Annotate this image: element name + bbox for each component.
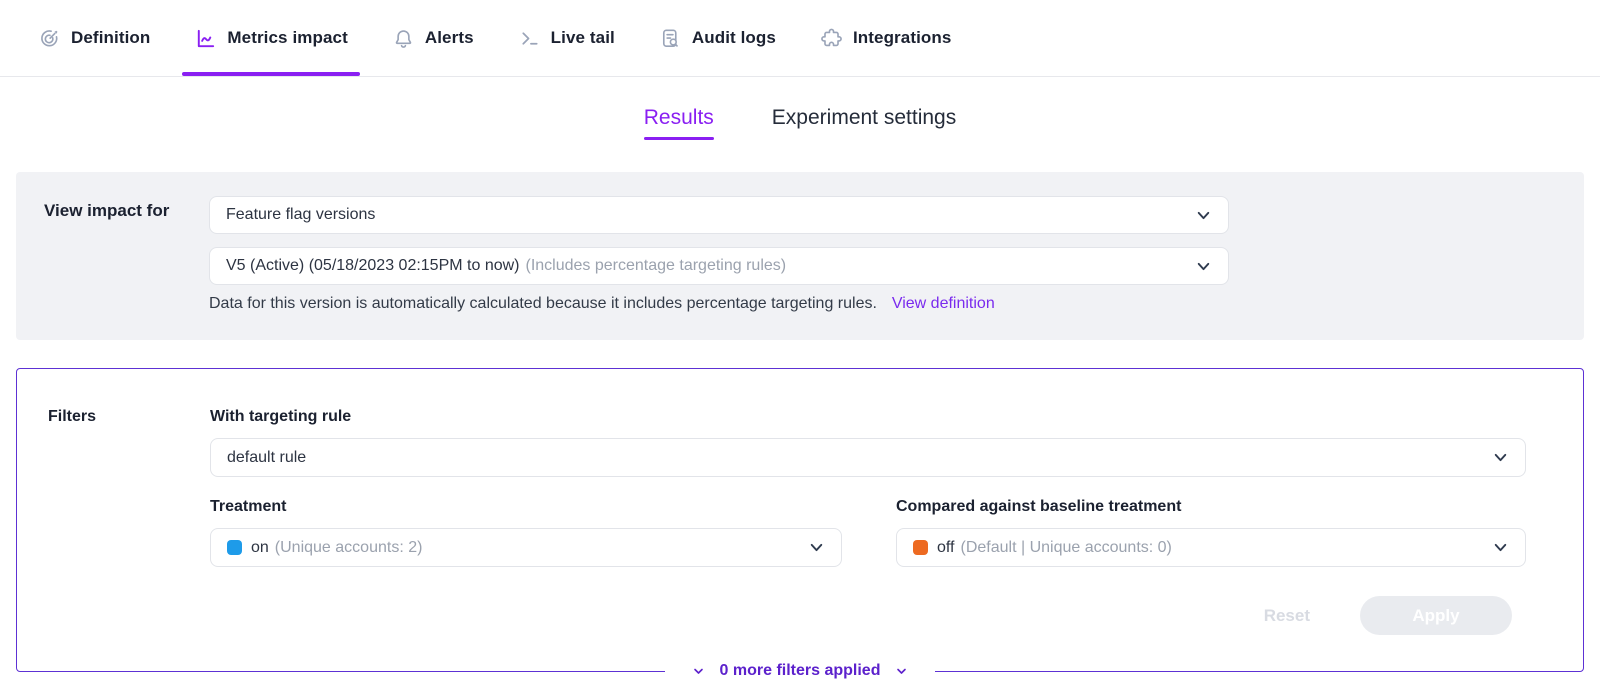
targeting-rule-label: With targeting rule <box>210 408 351 426</box>
chevron-down-icon <box>1492 449 1509 466</box>
subtab-results-label: Results <box>644 106 714 129</box>
tab-live-tail[interactable]: Live tail <box>506 0 627 76</box>
treatment-color-swatch <box>227 540 242 555</box>
tab-metrics-impact[interactable]: Metrics impact <box>182 0 359 76</box>
version-value: V5 (Active) (05/18/2023 02:15PM to now) <box>226 257 520 275</box>
version-select[interactable]: V5 (Active) (05/18/2023 02:15PM to now) … <box>209 247 1229 285</box>
metrics-icon <box>194 27 217 50</box>
treatment-value: on <box>251 539 269 557</box>
subtab-experiment-settings[interactable]: Experiment settings <box>772 106 956 173</box>
subtab-experiment-settings-label: Experiment settings <box>772 106 956 129</box>
tab-alerts-label: Alerts <box>425 28 474 48</box>
targeting-rule-value: default rule <box>227 449 306 467</box>
baseline-note: (Default | Unique accounts: 0) <box>961 539 1172 557</box>
chevron-down-icon <box>1195 258 1212 275</box>
chevron-down-icon <box>1195 207 1212 224</box>
baseline-value: off <box>937 539 955 557</box>
baseline-treatment-select[interactable]: off (Default | Unique accounts: 0) <box>896 528 1526 567</box>
audit-log-icon <box>659 27 682 50</box>
top-navigation: Definition Metrics impact Alerts Live ta… <box>0 0 1600 77</box>
version-type-value: Feature flag versions <box>226 206 375 224</box>
targeting-rule-select[interactable]: default rule <box>210 438 1526 477</box>
filters-panel: Filters With targeting rule default rule… <box>16 368 1584 672</box>
view-impact-label: View impact for <box>44 201 169 221</box>
tab-live-tail-label: Live tail <box>551 28 615 48</box>
tab-metrics-impact-label: Metrics impact <box>227 28 347 48</box>
treatment-label: Treatment <box>210 498 286 516</box>
view-impact-panel: View impact for Feature flag versions V5… <box>16 172 1584 340</box>
tab-alerts[interactable]: Alerts <box>380 0 486 76</box>
chevron-down-icon <box>692 665 705 678</box>
filters-title: Filters <box>48 408 96 426</box>
terminal-icon <box>518 27 541 50</box>
view-definition-link[interactable]: View definition <box>892 295 995 312</box>
more-filters-toggle[interactable]: 0 more filters applied <box>665 657 936 685</box>
more-filters-label: 0 more filters applied <box>720 662 881 680</box>
treatment-select[interactable]: on (Unique accounts: 2) <box>210 528 842 567</box>
baseline-treatment-label: Compared against baseline treatment <box>896 498 1181 516</box>
version-type-select[interactable]: Feature flag versions <box>209 196 1229 234</box>
chevron-down-icon <box>1492 539 1509 556</box>
results-subtabs: Results Experiment settings <box>0 77 1600 173</box>
filters-actions: Reset Apply <box>1264 596 1512 635</box>
tab-active-underline <box>182 72 359 76</box>
reset-button[interactable]: Reset <box>1264 606 1310 626</box>
tab-integrations[interactable]: Integrations <box>808 0 964 76</box>
subtab-active-underline <box>644 137 714 140</box>
treatment-note: (Unique accounts: 2) <box>275 539 423 557</box>
tab-definition-label: Definition <box>71 28 150 48</box>
definition-icon <box>38 27 61 50</box>
puzzle-icon <box>820 27 843 50</box>
chevron-down-icon <box>895 665 908 678</box>
tab-audit-logs[interactable]: Audit logs <box>647 0 788 76</box>
tab-integrations-label: Integrations <box>853 28 952 48</box>
baseline-color-swatch <box>913 540 928 555</box>
version-note: (Includes percentage targeting rules) <box>526 257 787 275</box>
more-filters-footer: 0 more filters applied <box>17 657 1583 685</box>
apply-button[interactable]: Apply <box>1360 596 1512 635</box>
chevron-down-icon <box>808 539 825 556</box>
version-helper-text: Data for this version is automatically c… <box>209 295 995 313</box>
tab-audit-logs-label: Audit logs <box>692 28 776 48</box>
bell-icon <box>392 27 415 50</box>
subtab-results[interactable]: Results <box>644 106 714 173</box>
tab-definition[interactable]: Definition <box>26 0 162 76</box>
